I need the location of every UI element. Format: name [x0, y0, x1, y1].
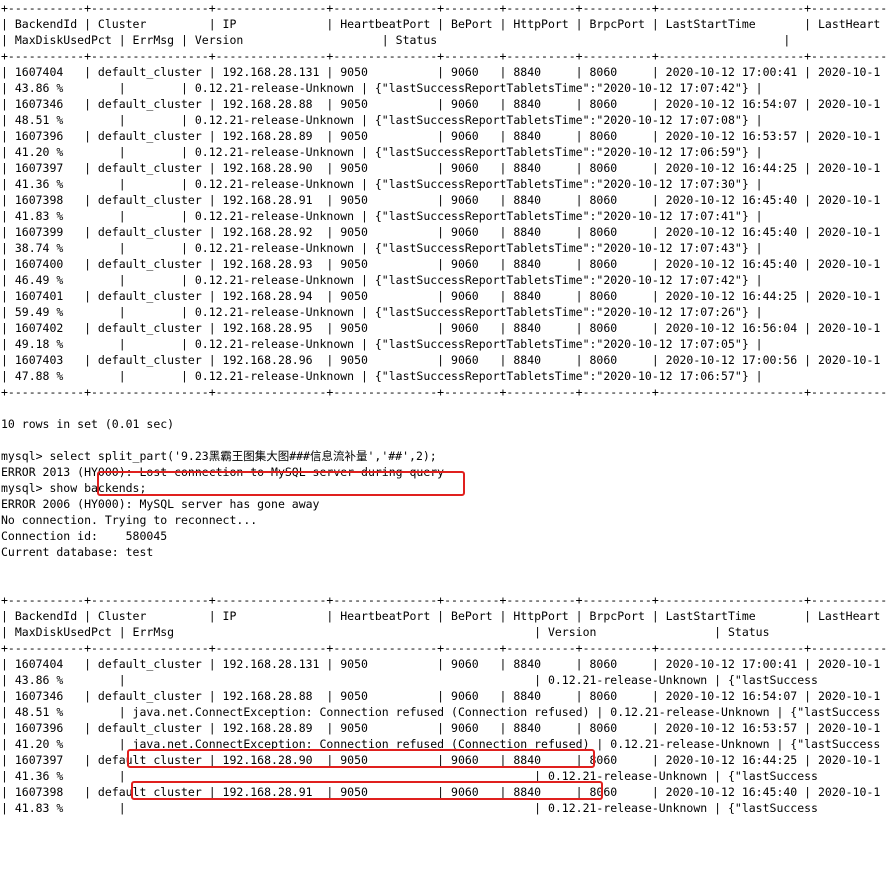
table-row: | 1607398 | default_cluster | 192.168.28… [1, 193, 881, 207]
table-row: | 59.49 % | | 0.12.21-release-Unknown | … [1, 305, 763, 319]
table-row: | 48.51 % | java.net.ConnectException: C… [1, 705, 881, 719]
table-row: | 41.20 % | java.net.ConnectException: C… [1, 737, 881, 751]
table-border: +-----------+-----------------+---------… [1, 385, 889, 399]
table-row: | 41.83 % | | 0.12.21-release-Unknown | … [1, 801, 818, 815]
table-border: +-----------+-----------------+---------… [1, 49, 889, 63]
table-row: | 41.20 % | | 0.12.21-release-Unknown | … [1, 145, 763, 159]
table-row: | 1607402 | default_cluster | 192.168.28… [1, 321, 881, 335]
terminal-line: No connection. Trying to reconnect... [1, 513, 258, 527]
table-header-row: | BackendId | Cluster | IP | HeartbeatPo… [1, 609, 881, 623]
command-line: mysql> select split_part('9.23黑霸王图集大图###… [1, 449, 437, 463]
table-row: | 1607397 | default_cluster | 192.168.28… [1, 753, 881, 767]
table-row: | 1607400 | default_cluster | 192.168.28… [1, 257, 881, 271]
table-row: | 46.49 % | | 0.12.21-release-Unknown | … [1, 273, 763, 287]
table-row: | 41.36 % | | 0.12.21-release-Unknown | … [1, 177, 763, 191]
table-row: | 1607346 | default_cluster | 192.168.28… [1, 689, 881, 703]
table-header-row: | BackendId | Cluster | IP | HeartbeatPo… [1, 17, 881, 31]
table-header-row: | MaxDiskUsedPct | ErrMsg | Version | St… [1, 625, 770, 639]
error-line: ERROR 2013 (HY000): Lost connection to M… [1, 465, 445, 479]
table-row: | 49.18 % | | 0.12.21-release-Unknown | … [1, 337, 763, 351]
table-row: | 41.36 % | | 0.12.21-release-Unknown | … [1, 769, 818, 783]
table-header-row: | MaxDiskUsedPct | ErrMsg | Version | St… [1, 33, 791, 47]
table-border: +-----------+-----------------+---------… [1, 641, 889, 655]
table-row: | 1607398 | default_cluster | 192.168.28… [1, 785, 881, 799]
table-row: | 1607404 | default_cluster | 192.168.28… [1, 657, 881, 671]
table-row: | 1607396 | default_cluster | 192.168.28… [1, 129, 881, 143]
error-line: ERROR 2006 (HY000): MySQL server has gon… [1, 497, 320, 511]
table-row: | 43.86 % | | 0.12.21-release-Unknown | … [1, 81, 763, 95]
table-border: +-----------+-----------------+---------… [1, 1, 889, 15]
table-row: | 1607399 | default_cluster | 192.168.28… [1, 225, 881, 239]
table-row: | 1607396 | default_cluster | 192.168.28… [1, 721, 881, 735]
table-row: | 47.88 % | | 0.12.21-release-Unknown | … [1, 369, 763, 383]
table-row: | 1607397 | default_cluster | 192.168.28… [1, 161, 881, 175]
table-row: | 1607401 | default_cluster | 192.168.28… [1, 289, 881, 303]
terminal-line: Connection id: 580045 [1, 529, 168, 543]
terminal-output[interactable]: +-----------+-----------------+---------… [0, 0, 889, 870]
table-row: | 1607346 | default_cluster | 192.168.28… [1, 97, 881, 111]
table-row: | 38.74 % | | 0.12.21-release-Unknown | … [1, 241, 763, 255]
table-row: | 43.86 % | | 0.12.21-release-Unknown | … [1, 673, 818, 687]
terminal-line: 10 rows in set (0.01 sec) [1, 417, 175, 431]
table-row: | 48.51 % | | 0.12.21-release-Unknown | … [1, 113, 763, 127]
table-border: +-----------+-----------------+---------… [1, 593, 889, 607]
command-line: mysql> show backends; [1, 481, 147, 495]
table-row: | 1607403 | default_cluster | 192.168.28… [1, 353, 881, 367]
table-row: | 41.83 % | | 0.12.21-release-Unknown | … [1, 209, 763, 223]
terminal-line: Current database: test [1, 545, 154, 559]
table-row: | 1607404 | default_cluster | 192.168.28… [1, 65, 881, 79]
